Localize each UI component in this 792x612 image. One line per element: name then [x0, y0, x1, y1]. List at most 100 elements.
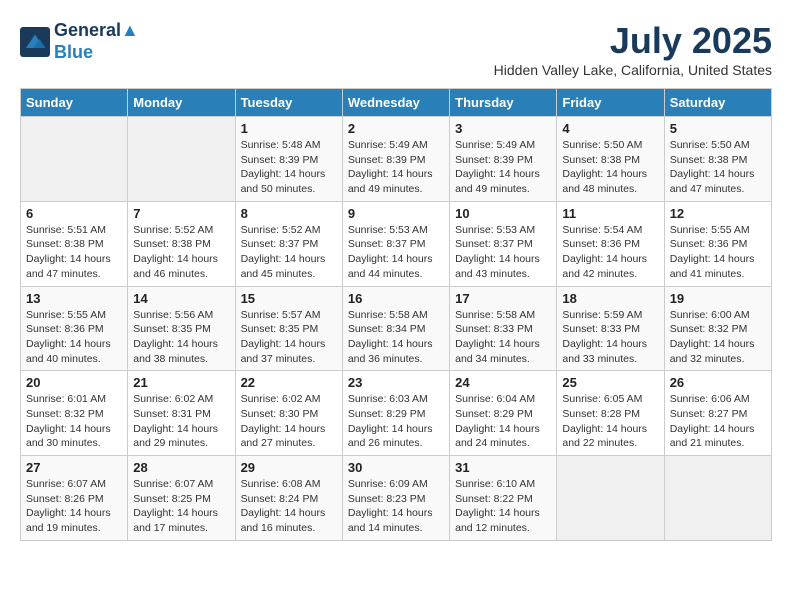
day-number: 22: [241, 375, 337, 390]
day-number: 29: [241, 460, 337, 475]
day-info: Sunrise: 5:58 AM Sunset: 8:33 PM Dayligh…: [455, 308, 551, 367]
day-info: Sunrise: 5:53 AM Sunset: 8:37 PM Dayligh…: [455, 223, 551, 282]
calendar-cell: 10 Sunrise: 5:53 AM Sunset: 8:37 PM Dayli…: [450, 201, 557, 286]
day-info: Sunrise: 5:49 AM Sunset: 8:39 PM Dayligh…: [455, 138, 551, 197]
day-info: Sunrise: 6:04 AM Sunset: 8:29 PM Dayligh…: [455, 392, 551, 451]
day-number: 10: [455, 206, 551, 221]
calendar-table: SundayMondayTuesdayWednesdayThursdayFrid…: [20, 88, 772, 541]
day-info: Sunrise: 6:08 AM Sunset: 8:24 PM Dayligh…: [241, 477, 337, 536]
day-number: 7: [133, 206, 229, 221]
day-info: Sunrise: 5:50 AM Sunset: 8:38 PM Dayligh…: [562, 138, 658, 197]
calendar-cell: 4 Sunrise: 5:50 AM Sunset: 8:38 PM Daylig…: [557, 117, 664, 202]
calendar-cell: 9 Sunrise: 5:53 AM Sunset: 8:37 PM Daylig…: [342, 201, 449, 286]
weekday-header-saturday: Saturday: [664, 89, 771, 117]
calendar-cell: 18Sunrise: 5:59 AM Sunset: 8:33 PM Dayli…: [557, 286, 664, 371]
weekday-header-wednesday: Wednesday: [342, 89, 449, 117]
day-info: Sunrise: 6:06 AM Sunset: 8:27 PM Dayligh…: [670, 392, 766, 451]
calendar-week-4: 20Sunrise: 6:01 AM Sunset: 8:32 PM Dayli…: [21, 371, 772, 456]
day-number: 24: [455, 375, 551, 390]
day-info: Sunrise: 6:02 AM Sunset: 8:30 PM Dayligh…: [241, 392, 337, 451]
calendar-cell: 11Sunrise: 5:54 AM Sunset: 8:36 PM Dayli…: [557, 201, 664, 286]
day-info: Sunrise: 5:55 AM Sunset: 8:36 PM Dayligh…: [26, 308, 122, 367]
calendar-cell: 26 Sunrise: 6:06 AM Sunset: 8:27 PM Dayli…: [664, 371, 771, 456]
location: Hidden Valley Lake, California, United S…: [494, 62, 772, 78]
day-number: 17: [455, 291, 551, 306]
day-info: Sunrise: 5:51 AM Sunset: 8:38 PM Dayligh…: [26, 223, 122, 282]
calendar-week-5: 27 Sunrise: 6:07 AM Sunset: 8:26 PM Dayli…: [21, 456, 772, 541]
calendar-cell: 19 Sunrise: 6:00 AM Sunset: 8:32 PM Dayli…: [664, 286, 771, 371]
day-number: 14: [133, 291, 229, 306]
day-number: 15: [241, 291, 337, 306]
day-number: 28: [133, 460, 229, 475]
day-number: 19: [670, 291, 766, 306]
day-number: 16: [348, 291, 444, 306]
day-info: Sunrise: 5:50 AM Sunset: 8:38 PM Dayligh…: [670, 138, 766, 197]
day-number: 1: [241, 121, 337, 136]
calendar-cell: 13 Sunrise: 5:55 AM Sunset: 8:36 PM Dayli…: [21, 286, 128, 371]
calendar-cell: 21Sunrise: 6:02 AM Sunset: 8:31 PM Dayli…: [128, 371, 235, 456]
day-info: Sunrise: 5:58 AM Sunset: 8:34 PM Dayligh…: [348, 308, 444, 367]
day-info: Sunrise: 5:54 AM Sunset: 8:36 PM Dayligh…: [562, 223, 658, 282]
day-number: 13: [26, 291, 122, 306]
calendar-cell: [21, 117, 128, 202]
day-info: Sunrise: 5:57 AM Sunset: 8:35 PM Dayligh…: [241, 308, 337, 367]
calendar-cell: 8 Sunrise: 5:52 AM Sunset: 8:37 PM Daylig…: [235, 201, 342, 286]
day-info: Sunrise: 6:10 AM Sunset: 8:22 PM Dayligh…: [455, 477, 551, 536]
calendar-cell: 5 Sunrise: 5:50 AM Sunset: 8:38 PM Daylig…: [664, 117, 771, 202]
day-info: Sunrise: 6:07 AM Sunset: 8:26 PM Dayligh…: [26, 477, 122, 536]
day-number: 6: [26, 206, 122, 221]
day-number: 26: [670, 375, 766, 390]
calendar-cell: 25Sunrise: 6:05 AM Sunset: 8:28 PM Dayli…: [557, 371, 664, 456]
day-number: 3: [455, 121, 551, 136]
calendar-cell: 7 Sunrise: 5:52 AM Sunset: 8:38 PM Daylig…: [128, 201, 235, 286]
day-info: Sunrise: 6:09 AM Sunset: 8:23 PM Dayligh…: [348, 477, 444, 536]
day-info: Sunrise: 6:00 AM Sunset: 8:32 PM Dayligh…: [670, 308, 766, 367]
day-number: 8: [241, 206, 337, 221]
day-number: 20: [26, 375, 122, 390]
day-info: Sunrise: 5:53 AM Sunset: 8:37 PM Dayligh…: [348, 223, 444, 282]
calendar-cell: 15 Sunrise: 5:57 AM Sunset: 8:35 PM Dayli…: [235, 286, 342, 371]
logo-text: General▲ Blue: [54, 20, 139, 63]
calendar-week-3: 13 Sunrise: 5:55 AM Sunset: 8:36 PM Dayli…: [21, 286, 772, 371]
calendar-cell: 28 Sunrise: 6:07 AM Sunset: 8:25 PM Dayli…: [128, 456, 235, 541]
calendar-cell: 17 Sunrise: 5:58 AM Sunset: 8:33 PM Dayli…: [450, 286, 557, 371]
weekday-header-thursday: Thursday: [450, 89, 557, 117]
calendar-cell: 20Sunrise: 6:01 AM Sunset: 8:32 PM Dayli…: [21, 371, 128, 456]
day-info: Sunrise: 5:56 AM Sunset: 8:35 PM Dayligh…: [133, 308, 229, 367]
calendar-cell: 1 Sunrise: 5:48 AM Sunset: 8:39 PM Daylig…: [235, 117, 342, 202]
calendar-cell: 16 Sunrise: 5:58 AM Sunset: 8:34 PM Dayli…: [342, 286, 449, 371]
calendar-cell: 27 Sunrise: 6:07 AM Sunset: 8:26 PM Dayli…: [21, 456, 128, 541]
day-number: 5: [670, 121, 766, 136]
day-number: 4: [562, 121, 658, 136]
day-info: Sunrise: 6:03 AM Sunset: 8:29 PM Dayligh…: [348, 392, 444, 451]
calendar-cell: 30 Sunrise: 6:09 AM Sunset: 8:23 PM Dayli…: [342, 456, 449, 541]
calendar-cell: 2Sunrise: 5:49 AM Sunset: 8:39 PM Daylig…: [342, 117, 449, 202]
weekday-header-monday: Monday: [128, 89, 235, 117]
calendar-cell: 12Sunrise: 5:55 AM Sunset: 8:36 PM Dayli…: [664, 201, 771, 286]
calendar-cell: 22 Sunrise: 6:02 AM Sunset: 8:30 PM Dayli…: [235, 371, 342, 456]
day-number: 27: [26, 460, 122, 475]
month-year: July 2025: [494, 20, 772, 62]
day-number: 9: [348, 206, 444, 221]
day-info: Sunrise: 5:49 AM Sunset: 8:39 PM Dayligh…: [348, 138, 444, 197]
day-number: 23: [348, 375, 444, 390]
day-number: 21: [133, 375, 229, 390]
calendar-cell: [557, 456, 664, 541]
title-area: July 2025 Hidden Valley Lake, California…: [494, 20, 772, 78]
day-number: 12: [670, 206, 766, 221]
day-number: 30: [348, 460, 444, 475]
calendar-cell: 23 Sunrise: 6:03 AM Sunset: 8:29 PM Dayli…: [342, 371, 449, 456]
day-info: Sunrise: 5:48 AM Sunset: 8:39 PM Dayligh…: [241, 138, 337, 197]
day-info: Sunrise: 6:07 AM Sunset: 8:25 PM Dayligh…: [133, 477, 229, 536]
day-number: 18: [562, 291, 658, 306]
logo: General▲ Blue: [20, 20, 139, 63]
calendar-cell: 31Sunrise: 6:10 AM Sunset: 8:22 PM Dayli…: [450, 456, 557, 541]
calendar-cell: 14 Sunrise: 5:56 AM Sunset: 8:35 PM Dayli…: [128, 286, 235, 371]
calendar-cell: [128, 117, 235, 202]
day-info: Sunrise: 5:52 AM Sunset: 8:37 PM Dayligh…: [241, 223, 337, 282]
page-header: General▲ Blue July 2025 Hidden Valley La…: [20, 20, 772, 78]
calendar-cell: 29 Sunrise: 6:08 AM Sunset: 8:24 PM Dayli…: [235, 456, 342, 541]
day-number: 25: [562, 375, 658, 390]
weekday-header-sunday: Sunday: [21, 89, 128, 117]
day-info: Sunrise: 5:52 AM Sunset: 8:38 PM Dayligh…: [133, 223, 229, 282]
